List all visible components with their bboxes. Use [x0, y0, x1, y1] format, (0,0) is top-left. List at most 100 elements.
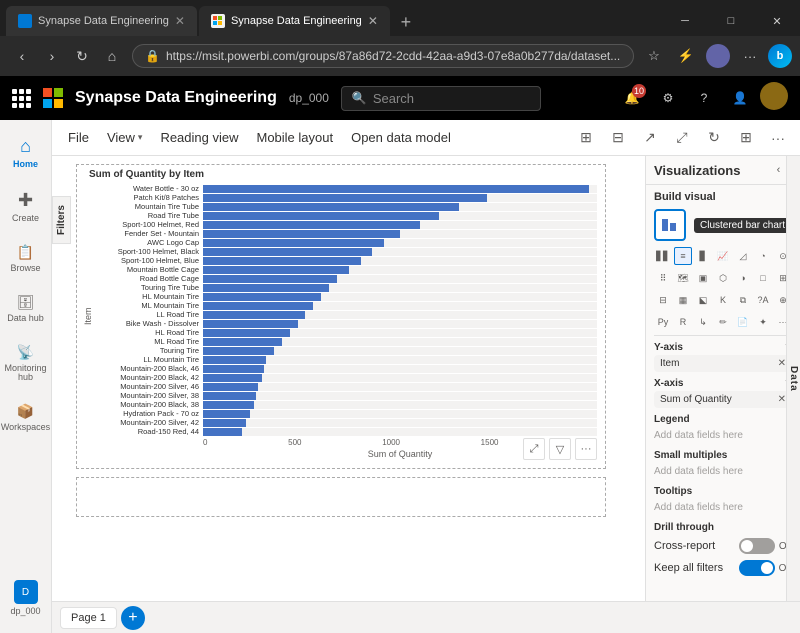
- focus-mode-btn[interactable]: ⤢: [523, 438, 545, 460]
- sidebar-item-dp000[interactable]: D dp_000: [2, 572, 50, 625]
- maximize-button[interactable]: □: [708, 6, 754, 36]
- bar-row-14[interactable]: LL Road Tire: [99, 310, 597, 319]
- user-avatar[interactable]: [760, 82, 788, 110]
- viz-icon-card[interactable]: □: [754, 269, 772, 287]
- viz-icon-waterfall[interactable]: ⬕: [694, 291, 712, 309]
- account-button[interactable]: 👤: [724, 82, 756, 114]
- bar-row-3[interactable]: Road Tire Tube: [99, 211, 597, 220]
- sidebar-item-create[interactable]: ✚ Create: [2, 182, 50, 232]
- cross-report-toggle[interactable]: [739, 538, 775, 554]
- viz-icon-python[interactable]: Py: [654, 313, 672, 331]
- viz-icon-filled-map[interactable]: ▣: [694, 269, 712, 287]
- minimize-button[interactable]: ─: [662, 6, 708, 36]
- bar-row-20[interactable]: Mountain-200 Black, 46: [99, 364, 597, 373]
- home-button[interactable]: ⌂: [98, 42, 126, 70]
- viz-icon-r[interactable]: R: [674, 313, 692, 331]
- bar-row-23[interactable]: Mountain-200 Silver, 38: [99, 391, 597, 400]
- bar-row-8[interactable]: Sport-100 Helmet, Blue: [99, 256, 597, 265]
- viz-icon-clustered-bar[interactable]: ≡: [674, 247, 692, 265]
- sidebar-item-workspaces[interactable]: 📦 Workspaces: [2, 395, 50, 441]
- more-button[interactable]: ···: [736, 42, 764, 70]
- viz-icon-funnel[interactable]: ⬡: [714, 269, 732, 287]
- viz-icon-scatter[interactable]: ⠿: [654, 269, 672, 287]
- viz-icon-line[interactable]: 📈: [714, 247, 732, 265]
- x-axis-remove-btn[interactable]: ✕: [778, 394, 786, 405]
- viz-icon-bar[interactable]: ▋▋: [654, 247, 672, 265]
- toolbar-icon-4[interactable]: ⤢: [668, 124, 696, 152]
- data-tab[interactable]: Data: [786, 156, 800, 601]
- bar-row-16[interactable]: HL Road Tire: [99, 328, 597, 337]
- bar-row-0[interactable]: Water Bottle - 30 oz: [99, 184, 597, 193]
- search-input[interactable]: [373, 91, 513, 106]
- toolbar-icon-1[interactable]: ⊞: [572, 124, 600, 152]
- toolbar-icon-2[interactable]: ⊟: [604, 124, 632, 152]
- open-data-model-btn[interactable]: Open data model: [343, 126, 459, 149]
- bar-row-24[interactable]: Mountain-200 Black, 38: [99, 400, 597, 409]
- bar-row-10[interactable]: Road Bottle Cage: [99, 274, 597, 283]
- toolbar-icon-6[interactable]: ⊞: [732, 124, 760, 152]
- apps-icon[interactable]: [12, 89, 31, 108]
- viz-icon-paginated[interactable]: 📄: [734, 313, 752, 331]
- bar-row-25[interactable]: Hydration Pack - 70 oz: [99, 409, 597, 418]
- new-tab-button[interactable]: +: [392, 8, 420, 36]
- viz-icon-area[interactable]: ◿: [734, 247, 752, 265]
- tab-2[interactable]: Synapse Data Engineering ✕: [199, 6, 390, 36]
- sidebar-item-datahub[interactable]: 🗄 Data hub: [2, 286, 50, 332]
- y-axis-field-value[interactable]: Item ✕: [654, 355, 792, 372]
- extension-btn[interactable]: ⚡: [672, 42, 700, 70]
- notifications-button[interactable]: 🔔 10: [616, 82, 648, 114]
- toolbar-more[interactable]: ···: [764, 124, 792, 152]
- reading-view-btn[interactable]: Reading view: [152, 126, 246, 149]
- tab-1[interactable]: Synapse Data Engineering ✕: [6, 6, 197, 36]
- bar-row-4[interactable]: Sport-100 Helmet, Red: [99, 220, 597, 229]
- viz-icon-slicer[interactable]: ⧉: [734, 291, 752, 309]
- tab-2-close[interactable]: ✕: [368, 14, 378, 28]
- bar-row-17[interactable]: ML Road Tire: [99, 337, 597, 346]
- bar-row-21[interactable]: Mountain-200 Black, 42: [99, 373, 597, 382]
- viz-icon-pie[interactable]: ◔: [754, 247, 772, 265]
- panel-collapse-left[interactable]: ‹: [775, 162, 783, 178]
- sidebar-item-home[interactable]: ⌂ Home: [2, 128, 50, 178]
- viz-icon-map[interactable]: 🗺: [674, 269, 692, 287]
- toolbar-icon-5[interactable]: ↻: [700, 124, 728, 152]
- bar-row-27[interactable]: Road-150 Red, 44: [99, 427, 597, 436]
- viz-icon-gauge[interactable]: ◑: [734, 269, 752, 287]
- viz-icon-matrix[interactable]: ⊟: [654, 291, 672, 309]
- tab-1-close[interactable]: ✕: [175, 14, 185, 28]
- filter-btn[interactable]: ▽: [549, 438, 571, 460]
- help-button[interactable]: ?: [688, 82, 720, 114]
- view-menu[interactable]: View ▾: [99, 126, 150, 149]
- add-page-button[interactable]: +: [121, 606, 145, 630]
- toolbar-icon-3[interactable]: ↗: [636, 124, 664, 152]
- refresh-button[interactable]: ↻: [68, 42, 96, 70]
- search-box[interactable]: 🔍: [341, 86, 541, 111]
- profile-btn[interactable]: [704, 42, 732, 70]
- keep-all-filters-toggle[interactable]: [739, 560, 775, 576]
- forward-button[interactable]: ›: [38, 42, 66, 70]
- viz-icon-decomp[interactable]: ↳: [694, 313, 712, 331]
- bar-row-9[interactable]: Mountain Bottle Cage: [99, 265, 597, 274]
- bar-row-1[interactable]: Patch Kit/8 Patches: [99, 193, 597, 202]
- bar-row-22[interactable]: Mountain-200 Silver, 46: [99, 382, 597, 391]
- viz-icon-qna[interactable]: ?A: [754, 291, 772, 309]
- bar-row-26[interactable]: Mountain-200 Silver, 42: [99, 418, 597, 427]
- viz-icon-treemap[interactable]: ▦: [674, 291, 692, 309]
- close-button[interactable]: ✕: [754, 6, 800, 36]
- y-axis-remove-btn[interactable]: ✕: [778, 358, 786, 369]
- filters-tab[interactable]: Filters: [52, 196, 71, 244]
- url-box[interactable]: 🔒 https://msit.powerbi.com/groups/87a86d…: [132, 44, 634, 68]
- star-button[interactable]: ☆: [640, 42, 668, 70]
- bar-row-5[interactable]: Fender Set - Mountain: [99, 229, 597, 238]
- bar-row-11[interactable]: Touring Tire Tube: [99, 283, 597, 292]
- bar-row-18[interactable]: Touring Tire: [99, 346, 597, 355]
- back-button[interactable]: ‹: [8, 42, 36, 70]
- bar-row-19[interactable]: LL Mountain Tire: [99, 355, 597, 364]
- file-menu[interactable]: File: [60, 126, 97, 149]
- sidebar-item-monitoring[interactable]: 📡 Monitoring hub: [2, 336, 50, 392]
- viz-icon-custom1[interactable]: ✦: [754, 313, 772, 331]
- bar-row-2[interactable]: Mountain Tire Tube: [99, 202, 597, 211]
- bar-row-7[interactable]: Sport-100 Helmet, Black: [99, 247, 597, 256]
- viz-type-icon[interactable]: [654, 209, 686, 241]
- x-axis-field-value[interactable]: Sum of Quantity ✕: [654, 391, 792, 408]
- mobile-layout-btn[interactable]: Mobile layout: [248, 126, 341, 149]
